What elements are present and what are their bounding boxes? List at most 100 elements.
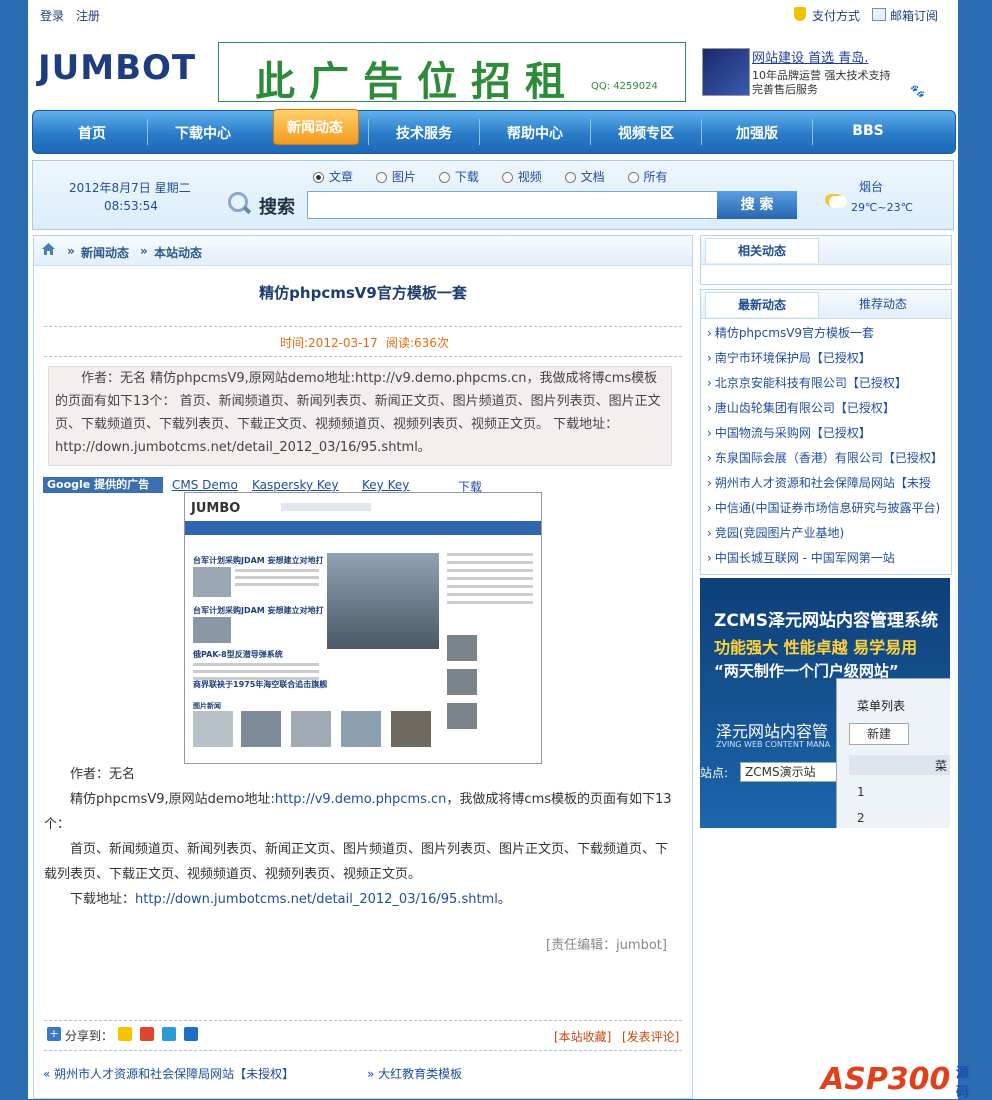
latest-item[interactable]: 朔州市人才资源和社会保障局网站【未授 [707,474,931,491]
current-time: 08:53:54 [104,199,158,213]
zcms-site-label: 站点: [700,766,729,780]
nav-item-help[interactable]: 帮助中心 [480,123,590,143]
register-link[interactable]: 注册 [76,7,100,24]
qzone-icon[interactable] [118,1027,132,1041]
subscribe-link[interactable]: 邮箱订阅 [890,7,938,24]
nav-item-home[interactable]: 首页 [37,123,147,143]
weibo-icon[interactable] [140,1027,154,1041]
radio-label: 所有 [643,170,668,184]
site-logo[interactable]: JUMBOT [38,48,196,88]
watermark-logo: ASP300 [821,1062,951,1097]
article-panel: » 新闻动态 » 本站动态 精仿phpcmsV9官方模板一套 时间:2012-0… [33,235,693,1099]
favorite-link[interactable]: [本站收藏] [554,1028,611,1045]
breadcrumb-sep: » [140,244,148,258]
latest-item[interactable]: 北京京安能科技有限公司【已授权】 [707,374,907,391]
share-plus-icon[interactable]: + [47,1027,61,1041]
breadcrumb-news[interactable]: 新闻动态 [81,244,129,261]
radio-label: 图片 [391,170,416,184]
mail-icon [872,8,886,21]
p1-prefix: 精仿phpcmsV9,原网站demo地址: [70,792,275,807]
preview-logo: JUMBO [191,501,241,516]
radio-dot [438,172,450,183]
radio-download[interactable]: 下载 [438,170,479,184]
promo-image[interactable] [702,48,750,96]
login-link[interactable]: 登录 [40,7,64,24]
radio-article[interactable]: 文章 [313,170,353,184]
preview-headline: 台军计划采购JDAM 妄想建立对地打 [193,606,324,615]
latest-item[interactable]: 唐山齿轮集团有限公司【已授权】 [707,399,895,416]
current-date: 2012年8月7日 星期二 [69,181,191,195]
tencent-weibo-icon[interactable] [162,1027,176,1041]
ad-banner[interactable]: 此广告位招租 QQ: 4259024 [218,42,686,105]
preview-lines [193,663,319,666]
latest-item[interactable]: 中国物流与采购网【已授权】 [707,424,871,441]
zcms-menu-title: 菜单列表 [857,699,906,713]
breadcrumb-site[interactable]: 本站动态 [154,244,202,261]
download-link[interactable]: http://down.jumbotcms.net/detail_2012_03… [135,892,498,907]
radio-dot [627,172,639,183]
prev-article-link[interactable]: « 朔州市人才资源和社会保障局网站【未授权】 [43,1065,294,1082]
weather-icon [829,196,847,208]
ad-qq: QQ: 4259024 [591,81,658,92]
payment-link[interactable]: 支付方式 [812,7,860,24]
tab-related[interactable]: 相关动态 [705,238,819,263]
article-time: 时间:2012-03-17 [280,336,378,350]
google-ads-label: Google 提供的广告 [43,477,163,493]
latest-item[interactable]: 南宁市环境保护局【已授权】 [707,349,871,366]
ad-link-kaspersky[interactable]: Kaspersky Key [252,478,339,492]
search-type-options: 文章 图片 下载 视频 文档 所有 [313,168,668,185]
latest-item[interactable]: 中信通(中国证券市场信息研究与披露平台) [707,499,940,516]
divider [44,1050,682,1051]
search-input[interactable] [307,191,719,219]
article-author: 作者：无名 [70,767,136,782]
nav-item-news[interactable]: 新闻动态 [260,117,370,137]
latest-item[interactable]: 竞园(竞园图片产业基地) [707,524,844,541]
tab-recommend[interactable]: 推荐动态 [827,292,939,316]
preview-section: 图片新闻 [193,702,221,710]
preview-headline: 台军计划采购JDAM 妄想建立对地打 [193,556,324,565]
preview-photo [291,711,331,747]
promo-title[interactable]: 网站建设 首选 青岛. [752,47,868,66]
home-icon[interactable] [42,243,55,255]
nav-item-download[interactable]: 下载中心 [148,123,258,143]
p3-prefix: 下载地址： [70,892,136,907]
nav-item-bbs[interactable]: BBS [813,123,923,139]
nav-item-tech[interactable]: 技术服务 [369,123,479,143]
top-bar: 登录 注册 支付方式 邮箱订阅 [28,0,958,28]
ad-link-key[interactable]: Key Key [362,478,409,492]
renren-icon[interactable] [184,1027,198,1041]
related-box: 相关动态 [700,235,952,285]
zcms-site-select: ZCMS演示站 [740,762,846,782]
radio-dot [375,172,387,183]
p3-suffix: 。 [497,892,511,907]
demo-link[interactable]: http://v9.demo.phpcms.cn [275,792,447,807]
summary-text: 作者：无名 精仿phpcmsV9,原网站demo地址:http://v9.dem… [55,371,661,455]
divider [44,356,682,357]
next-article-link[interactable]: » 大红教育类模板 [367,1065,462,1082]
preview-photo [341,711,381,747]
ad-link-cms[interactable]: CMS Demo [172,478,238,492]
preview-lines [235,569,319,572]
divider [44,1020,682,1021]
zcms-col-label: 菜 [935,759,948,773]
zcms-banner[interactable]: ZCMS泽元网站内容管理系统 功能强大 性能卓越 易学易用 “两天制作一个门户级… [700,578,950,828]
preview-headline: 商界联袂于1975年海空联合追击旗舰 [193,680,328,689]
weather-city: 烟台 [859,180,884,194]
zcms-sub: 泽元网站内容管 [716,722,829,741]
radio-dot [564,172,576,183]
radio-all[interactable]: 所有 [627,170,668,184]
search-button[interactable]: 搜 索 [717,191,797,219]
promo-line2: 完善售后服务 [752,83,818,96]
radio-doc[interactable]: 文档 [564,170,605,184]
preview-thumb [447,703,477,729]
latest-item[interactable]: 东泉国际会展（香港）有限公司【已授权】 [707,449,943,466]
comment-link[interactable]: [发表评论] [622,1028,679,1045]
radio-video[interactable]: 视频 [501,170,542,184]
latest-item[interactable]: 中国长城互联网 - 中国军网第一站 [707,549,895,566]
nav-item-video[interactable]: 视频专区 [591,123,701,143]
tab-latest[interactable]: 最新动态 [705,292,819,317]
radio-image[interactable]: 图片 [375,170,416,184]
latest-item[interactable]: 精仿phpcmsV9官方模板一套 [707,324,874,341]
zcms-row-2: 2 [857,811,865,825]
nav-item-plus[interactable]: 加强版 [702,123,812,143]
